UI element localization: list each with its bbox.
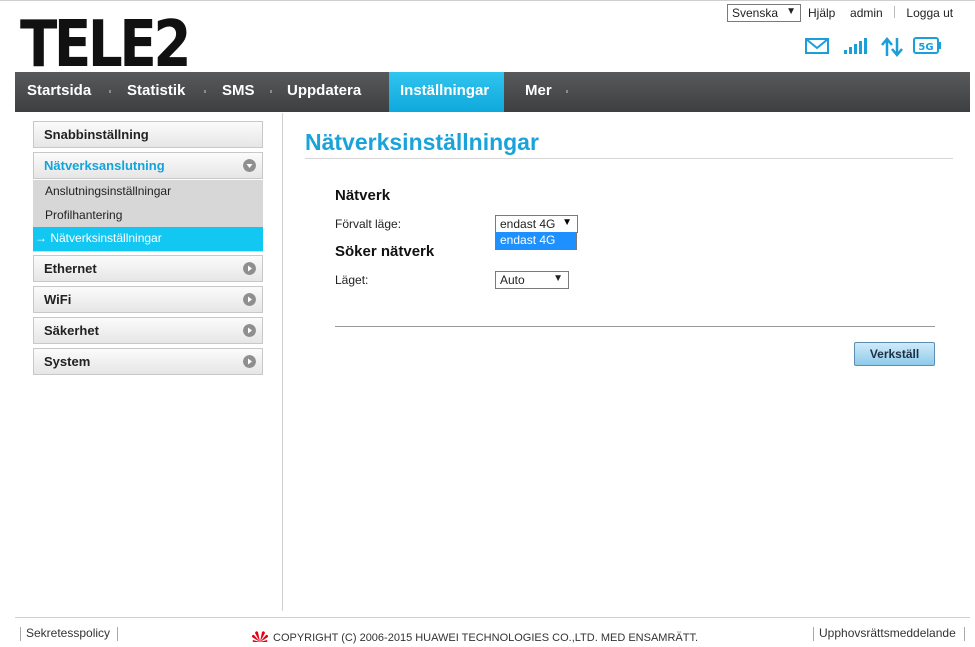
title-divider [305,158,953,159]
sidebar-subitem-profile-management[interactable]: Profilhantering [33,204,263,228]
chevron-down-icon: ▼ [786,6,796,17]
top-border [0,0,975,1]
nav-statistik[interactable]: Statistik [116,72,196,112]
logout-link[interactable]: Logga ut [906,6,953,20]
sidebar-item-system[interactable]: System [33,348,263,375]
content-divider [282,113,283,611]
nav-divider [270,90,272,93]
footer-bar [20,627,21,641]
nav-installningar[interactable]: Inställningar [389,72,504,112]
mode-label: Läget: [335,273,369,287]
sidebar-item-wifi[interactable]: WiFi [33,286,263,313]
sidebar-item-label: Ethernet [44,261,97,276]
chevron-down-icon: ▼ [553,273,563,284]
sidebar-item-network-connection[interactable]: Nätverksanslutning [33,152,263,179]
help-link[interactable]: Hjälp [808,6,835,20]
admin-label: admin [850,6,883,20]
sidebar-item-quick-setup[interactable]: Snabbinställning [33,121,263,148]
nav-divider [109,90,111,93]
mode-select[interactable]: Auto ▼ [495,271,569,289]
chevron-down-icon: ▼ [562,217,572,228]
footer-bar [964,627,965,641]
tele2-logo: TELE2 [20,8,190,70]
chevron-right-icon [243,262,256,275]
sidebar-subitem-connection-settings[interactable]: Anslutningsinställningar [33,180,263,204]
apply-button[interactable]: Verkställ [854,342,935,366]
preferred-mode-value: endast 4G [500,217,556,231]
chevron-right-icon [243,324,256,337]
sidebar-item-label: Nätverksanslutning [44,158,165,173]
main-nav: Startsida Statistik SMS Uppdatera Instäl… [15,72,970,112]
envelope-icon[interactable] [805,37,829,55]
search-network-section-title: Söker nätverk [335,243,435,260]
chevron-down-icon [243,159,256,172]
data-transfer-icon [881,37,903,57]
chevron-right-icon [243,293,256,306]
preferred-mode-label: Förvalt läge: [335,217,402,231]
privacy-policy-link[interactable]: Sekretesspolicy [26,626,110,640]
content-divider-line [335,326,935,327]
nav-divider [204,90,206,93]
nav-mer[interactable]: Mer [514,72,563,112]
mode-value: Auto [500,273,525,287]
logo-text: TELE2 [20,8,188,70]
page-title: Nätverksinställningar [305,129,539,155]
arrow-right-icon: → [35,231,47,245]
footer-bar [117,627,118,641]
copyright-label: COPYRIGHT (C) 2006-2015 HUAWEI TECHNOLOG… [273,632,699,644]
footer-divider [15,617,970,618]
nav-sms[interactable]: SMS [211,72,266,112]
language-select[interactable]: Svenska ▼ [727,4,801,22]
huawei-logo-icon [252,631,268,642]
preferred-mode-select[interactable]: endast 4G ▼ [495,215,578,233]
nav-divider [566,90,568,93]
link-divider [894,6,896,18]
copyright-notice-link[interactable]: Upphovsrättsmeddelande [819,626,956,640]
sidebar-item-label: System [44,354,91,369]
network-5g-icon: 5G [913,37,941,54]
sidebar-item-label: Snabbinställning [44,127,149,142]
sidebar-item-ethernet[interactable]: Ethernet [33,255,263,282]
signal-strength-icon [844,38,867,54]
chevron-right-icon [243,355,256,368]
preferred-mode-option[interactable]: endast 4G [495,232,577,250]
sidebar-item-security[interactable]: Säkerhet [33,317,263,344]
language-value: Svenska [732,6,779,20]
sidebar-item-label: Säkerhet [44,323,99,338]
top-links: Hjälp admin Logga ut [808,6,953,20]
network-section-title: Nätverk [335,187,391,204]
network-connection-submenu: Anslutningsinställningar Profilhantering… [33,180,263,252]
sidebar-subitem-network-settings[interactable]: → Nätverksinställningar [33,227,263,251]
sidebar-item-label: WiFi [44,292,72,307]
network-badge-text: 5G [918,42,933,53]
nav-startsida[interactable]: Startsida [16,72,102,112]
footer-bar [813,627,814,641]
sidebar-subitem-label: Nätverksinställningar [50,231,162,245]
nav-uppdatera[interactable]: Uppdatera [276,72,372,112]
copyright-text: COPYRIGHT (C) 2006-2015 HUAWEI TECHNOLOG… [251,630,698,644]
